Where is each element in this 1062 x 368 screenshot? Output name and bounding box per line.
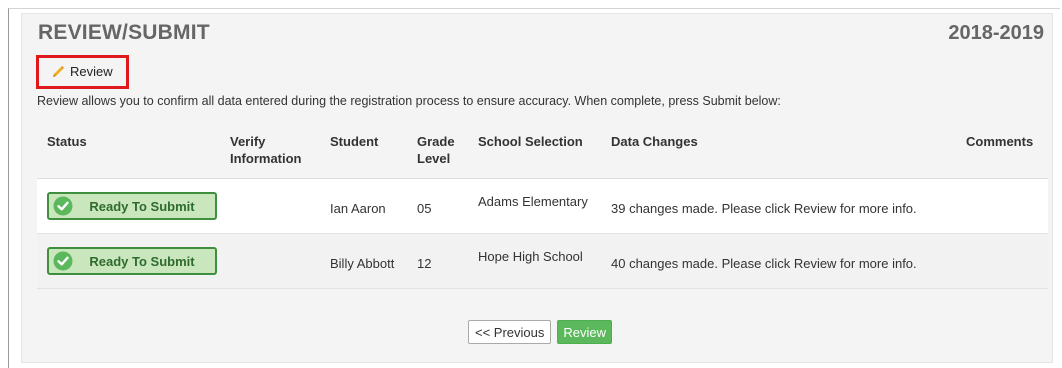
data-changes: 40 changes made. Please click Review for… <box>611 256 917 271</box>
pencil-icon <box>51 65 65 79</box>
ready-to-submit-button[interactable]: Ready To Submit <box>47 247 217 275</box>
review-link-label: Review <box>70 64 113 79</box>
column-header-comments: Comments <box>966 134 1034 149</box>
students-table: Status Verify Information Student Grade … <box>37 119 1048 289</box>
table-header-row: Status Verify Information Student Grade … <box>37 119 1048 179</box>
column-header-status: Status <box>47 134 87 149</box>
status-label: Ready To Submit <box>89 253 195 269</box>
column-header-student: Student <box>330 134 379 149</box>
column-header-school-selection: School Selection <box>478 134 583 149</box>
grade-level: 12 <box>417 256 432 271</box>
check-circle-icon <box>53 251 73 271</box>
column-header-verify-information: Verify Information <box>230 134 302 166</box>
review-button[interactable]: Review <box>557 320 612 344</box>
student-name: Ian Aaron <box>330 201 386 216</box>
page-title: REVIEW/SUBMIT <box>38 21 210 44</box>
status-label: Ready To Submit <box>89 198 195 214</box>
instructions-text: Review allows you to confirm all data en… <box>37 94 781 108</box>
column-header-data-changes: Data Changes <box>611 134 698 149</box>
check-circle-icon <box>53 196 73 216</box>
pagination-controls: << Previous Review <box>468 320 612 344</box>
school-year: 2018-2019 <box>948 22 1044 44</box>
school-selection: Hope High School <box>478 249 583 264</box>
column-header-grade-level: Grade Level <box>417 134 455 166</box>
school-selection: Adams Elementary <box>478 194 588 209</box>
ready-to-submit-button[interactable]: Ready To Submit <box>47 192 217 220</box>
previous-button[interactable]: << Previous <box>468 320 552 344</box>
review-link[interactable]: Review <box>51 64 113 79</box>
student-name: Billy Abbott <box>330 256 395 271</box>
grade-level: 05 <box>417 201 432 216</box>
data-changes: 39 changes made. Please click Review for… <box>611 201 917 216</box>
table-row: Ready To Submit Ian Aaron 05 Adams Eleme… <box>37 179 1048 234</box>
table-row: Ready To Submit Billy Abbott 12 Hope Hig… <box>37 234 1048 289</box>
